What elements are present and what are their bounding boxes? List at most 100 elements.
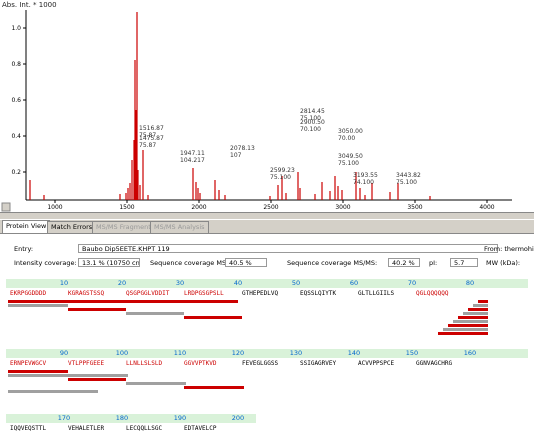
residue-number: 60 — [349, 279, 359, 287]
y-tick-label: 0.8 — [11, 61, 21, 68]
peptide-hit-bar[interactable] — [438, 332, 488, 335]
residue-number: 170 — [57, 414, 71, 422]
peak-mass-label: 2900.50 — [300, 119, 325, 126]
peptide-hit-bar[interactable] — [184, 316, 242, 319]
sequence-segment: EKRPGGDDDD — [10, 290, 47, 297]
residue-number: 80 — [465, 279, 475, 287]
peak-mass-label: 2814.45 — [300, 108, 325, 115]
peak-mass-label: 3443.82 — [396, 172, 421, 179]
x-tick-label: 1500 — [119, 204, 134, 211]
peptide-hit-bar[interactable] — [8, 300, 238, 303]
sequence-segment: LRDPGSGPSLL — [184, 290, 224, 297]
residue-number-bar: 170 180 190 200 — [6, 414, 256, 423]
residue-number: 70 — [407, 279, 417, 287]
peptide-hit-bar[interactable] — [126, 382, 186, 385]
peak-annotation: 70.00 — [338, 135, 355, 142]
y-tick-label: 1.0 — [11, 25, 21, 32]
x-tick-label: 1000 — [47, 204, 62, 211]
peak-annotation: 75.100 — [338, 160, 359, 167]
x-tick-label: 4000 — [479, 204, 494, 211]
sequence-segment: VEHALETLER — [68, 425, 105, 432]
residue-number: 200 — [231, 414, 245, 422]
sequence-segment: EDTAVELCP — [184, 425, 217, 432]
peptide-hit-bar[interactable] — [68, 308, 126, 311]
sequence-segment: QGLQQQQQQ — [416, 290, 449, 297]
peak-mass-label: 3049.50 — [338, 153, 363, 160]
spectrum-plot[interactable]: 1.0 0.8 0.6 0.4 0.2 1000 1500 2000 2500 3000 3500 4… — [0, 0, 534, 212]
peptide-hit-bar[interactable] — [453, 320, 488, 323]
tab-msms-fragments[interactable]: MS/MS Fragments — [92, 221, 159, 233]
peptide-hit-bar[interactable] — [468, 308, 488, 311]
sequence-segment: ERNPEVWGCV — [10, 360, 47, 367]
y-tick-label: 0.2 — [11, 169, 21, 176]
peptide-hit-bar[interactable] — [126, 312, 184, 315]
seq-cov-ms-label: Sequence coverage MS: — [150, 259, 229, 267]
residue-number: 50 — [291, 279, 301, 287]
residue-number: 130 — [289, 349, 303, 357]
residue-number: 190 — [173, 414, 187, 422]
sequence-segment: EQSSLQIYTK — [300, 290, 337, 297]
peptide-hit-bar[interactable] — [68, 378, 126, 381]
peptide-hit-bar[interactable] — [448, 324, 488, 327]
scroll-left-button — [1, 202, 11, 212]
peptide-hit-bar[interactable] — [8, 390, 98, 393]
peak-annotation: 75.100 — [396, 179, 417, 186]
peak-mass-label: 1947.11 — [180, 150, 205, 157]
peak-annotation: 104.217 — [180, 157, 205, 164]
entry-label: Entry: — [14, 245, 34, 253]
seq-cov-ms-value: 40.5 % — [225, 258, 267, 267]
sequence-segment: KGRAGSTSSQ — [68, 290, 105, 297]
peptide-hit-bar[interactable] — [458, 316, 488, 319]
peak-mass-label: 2599.23 — [270, 167, 295, 174]
residue-number: 150 — [405, 349, 419, 357]
sequence-segment: GTHEPEDLVQ — [242, 290, 279, 297]
sequence-segment: GGVVPTKVD — [184, 360, 217, 367]
tab-match-errors[interactable]: Match Errors — [47, 221, 97, 233]
sequence-segment: ACVVPPSPCE — [358, 360, 395, 367]
residue-number: 20 — [117, 279, 127, 287]
peak-mass-label: 1516.87 — [139, 125, 164, 132]
x-tick-label: 3500 — [407, 204, 422, 211]
mw-label: MW (kDa): — [486, 259, 521, 267]
intensity-coverage-label: Intensity coverage: — [14, 259, 77, 267]
residue-number: 180 — [115, 414, 129, 422]
peptide-hit-bar[interactable] — [463, 312, 488, 315]
peptide-hit-bar[interactable] — [8, 374, 128, 377]
entry-right-label: From: thermohit — [484, 245, 534, 253]
y-tick-label: 0.6 — [11, 97, 21, 104]
x-tick-label: 3000 — [335, 204, 350, 211]
peak-mass-label: 1475.87 — [139, 135, 164, 142]
entry-field[interactable]: Baubo Dip5EETE.KHPT 119 — [78, 244, 498, 253]
residue-number: 40 — [233, 279, 243, 287]
peptide-hit-bar[interactable] — [8, 370, 68, 373]
peptide-hit-bar[interactable] — [443, 328, 488, 331]
tab-msms-analysis[interactable]: MS/MS Analysis — [150, 221, 209, 233]
residue-number: 30 — [175, 279, 185, 287]
peptide-hit-bar[interactable] — [478, 300, 488, 303]
peptide-hit-bar[interactable] — [184, 386, 244, 389]
residue-number: 120 — [231, 349, 245, 357]
residue-number: 90 — [59, 349, 69, 357]
sequence-segment: GLTLLGIILS — [358, 290, 395, 297]
residue-number-bar: 90 100 110 120 130 140 150 160 — [6, 349, 528, 358]
sequence-segment: SSIGAGRVEY — [300, 360, 337, 367]
residue-number-bar: 10 20 30 40 50 60 70 80 — [6, 279, 528, 288]
sequence-segment: FEVEGLGGSS — [242, 360, 279, 367]
mass-spectrum-panel[interactable]: Abs. Int. * 1000 1.0 0.8 0.6 0.4 0.2 1000 1500… — [0, 0, 534, 212]
peptide-hit-bar[interactable] — [473, 304, 488, 307]
protein-view-panel: Entry: Baubo Dip5EETE.KHPT 119 From: the… — [0, 233, 534, 440]
sequence-segment: LLNLLSLSLD — [126, 360, 163, 367]
peak-annotation: 70.100 — [300, 126, 321, 133]
sequence-line: IQQVEQSTTL VEHALETLER LECQQLLSGC EDTAVELCP — [8, 424, 528, 434]
intensity-coverage-value: 13.1 % (10750 cnts) — [78, 258, 140, 267]
pi-label: pI: — [429, 259, 438, 267]
sequence-line: ERNPEVWGCV VTLPPFGEEE LLNLLSLSLD GGVVPTKVD F… — [8, 359, 528, 369]
peptide-hit-bar[interactable] — [8, 304, 68, 307]
peak-mass-label: 3050.00 — [338, 128, 363, 135]
tab-protein-view[interactable]: Protein View — [2, 220, 51, 233]
sequence-segment: LECQQLLSGC — [126, 425, 163, 432]
residue-number: 110 — [173, 349, 187, 357]
sequence-segment: GGNVAGCHRG — [416, 360, 453, 367]
residue-number: 10 — [59, 279, 69, 287]
pi-value: 5.7 — [450, 258, 478, 267]
